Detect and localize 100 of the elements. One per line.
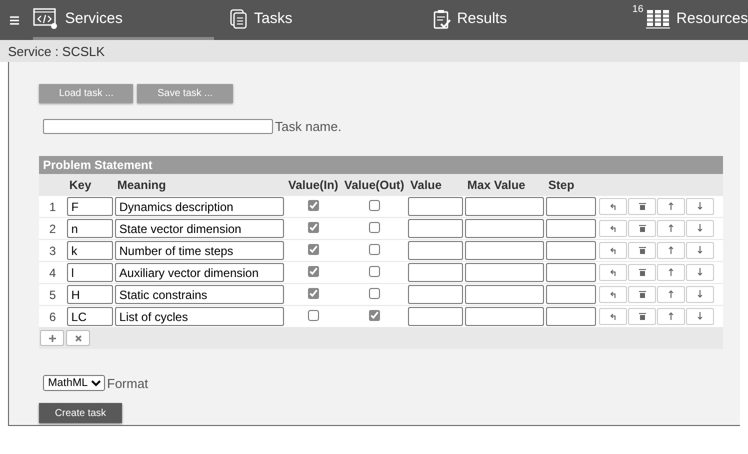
delete-button[interactable] [628,220,656,237]
delete-button[interactable] [628,198,656,215]
move-up-button[interactable] [657,308,686,325]
max-value-field[interactable] [465,307,544,326]
move-down-button[interactable] [686,242,714,259]
step-field[interactable] [546,263,596,282]
move-down-button[interactable] [686,308,714,325]
undo-button[interactable] [599,242,628,260]
checkbox[interactable] [368,244,380,254]
key-field[interactable]: l [67,263,114,282]
max-value-field[interactable] [465,197,544,216]
max-value-field[interactable] [465,219,544,238]
nav-tab[interactable]: Tasks [214,0,399,40]
checkbox[interactable] [308,222,319,232]
down-arrow-icon [697,246,704,254]
value-field[interactable] [408,285,464,304]
column-header: Meaning [114,174,286,196]
column-header: Key [66,174,114,196]
undo-icon [610,291,617,298]
key-field[interactable]: k [67,241,114,260]
checkbox[interactable] [368,222,380,232]
key-field[interactable]: F [67,197,114,216]
table-title: Problem Statement [39,156,723,174]
column-header: Max Value [464,174,546,196]
value-field[interactable] [408,197,464,216]
undo-button[interactable] [599,220,628,238]
checkbox[interactable] [368,200,380,210]
undo-icon [610,225,617,232]
delete-button[interactable] [628,264,656,281]
move-down-button[interactable] [686,264,714,281]
trash-icon [638,268,646,276]
nav-tab[interactable]: Results [398,0,588,40]
column-header: Step [545,174,598,196]
undo-button[interactable] [599,308,628,326]
row-number: 5 [39,284,66,306]
task-name-field[interactable] [43,119,273,134]
checkbox[interactable] [308,200,319,210]
delete-button[interactable] [628,308,656,325]
nav-tab[interactable]: 16 Resources [588,0,748,40]
up-arrow-icon [668,202,674,210]
add-row-button[interactable] [40,330,64,346]
checkbox[interactable] [308,244,319,254]
value-field[interactable] [408,241,464,260]
meaning-field[interactable]: Number of time steps [115,241,284,260]
undo-button[interactable] [599,198,628,216]
column-header: Value(Out) [341,174,408,196]
value-field[interactable] [408,263,464,282]
move-down-button[interactable] [686,198,714,215]
key-field[interactable]: n [67,219,114,238]
meaning-field[interactable]: Static constrains [115,285,284,304]
move-down-button[interactable] [686,286,714,303]
row-number: 6 [39,306,66,328]
step-field[interactable] [546,197,596,216]
step-field[interactable] [546,285,596,304]
step-field[interactable] [546,219,596,238]
checkbox[interactable] [368,310,380,320]
down-arrow-icon [697,268,704,276]
move-down-button[interactable] [686,220,714,237]
undo-icon [610,203,617,210]
move-up-button[interactable] [657,220,686,237]
meaning-field[interactable]: List of cycles [115,307,284,326]
undo-icon [610,247,617,254]
step-field[interactable] [546,307,596,326]
format-label: Format [107,376,148,390]
row-number: 2 [39,218,66,240]
checkbox[interactable] [368,288,380,298]
meaning-field[interactable]: Dynamics description [115,197,284,216]
delete-button[interactable] [628,242,656,259]
checkbox[interactable] [368,266,380,276]
code-window-icon [33,8,60,30]
key-field[interactable]: H [67,285,114,304]
format-select[interactable]: MathML [43,375,105,391]
meaning-field[interactable]: Auxiliary vector dimension [115,263,284,282]
move-up-button[interactable] [657,242,686,259]
create-task-button[interactable]: Create task [39,403,122,423]
down-arrow-icon [697,290,704,298]
document-stack-icon [230,8,248,28]
checkbox[interactable] [308,266,319,276]
value-field[interactable] [408,307,464,326]
checkbox[interactable] [308,310,319,320]
down-arrow-icon [697,202,704,210]
max-value-field[interactable] [465,263,544,282]
trash-icon [638,202,646,210]
undo-button[interactable] [599,264,628,282]
move-up-button[interactable] [657,264,686,281]
delete-button[interactable] [628,286,656,303]
key-field[interactable]: LC [67,307,114,326]
remove-row-button[interactable] [66,330,90,346]
meaning-field[interactable]: State vector dimension [115,219,284,238]
max-value-field[interactable] [465,285,544,304]
move-up-button[interactable] [657,286,686,303]
checkbox[interactable] [308,288,319,298]
move-up-button[interactable] [657,198,686,215]
menu-icon[interactable] [10,14,20,26]
max-value-field[interactable] [465,241,544,260]
undo-button[interactable] [599,286,628,304]
row-number: 4 [39,262,66,284]
step-field[interactable] [546,241,596,260]
undo-icon [610,269,617,276]
value-field[interactable] [408,219,464,238]
